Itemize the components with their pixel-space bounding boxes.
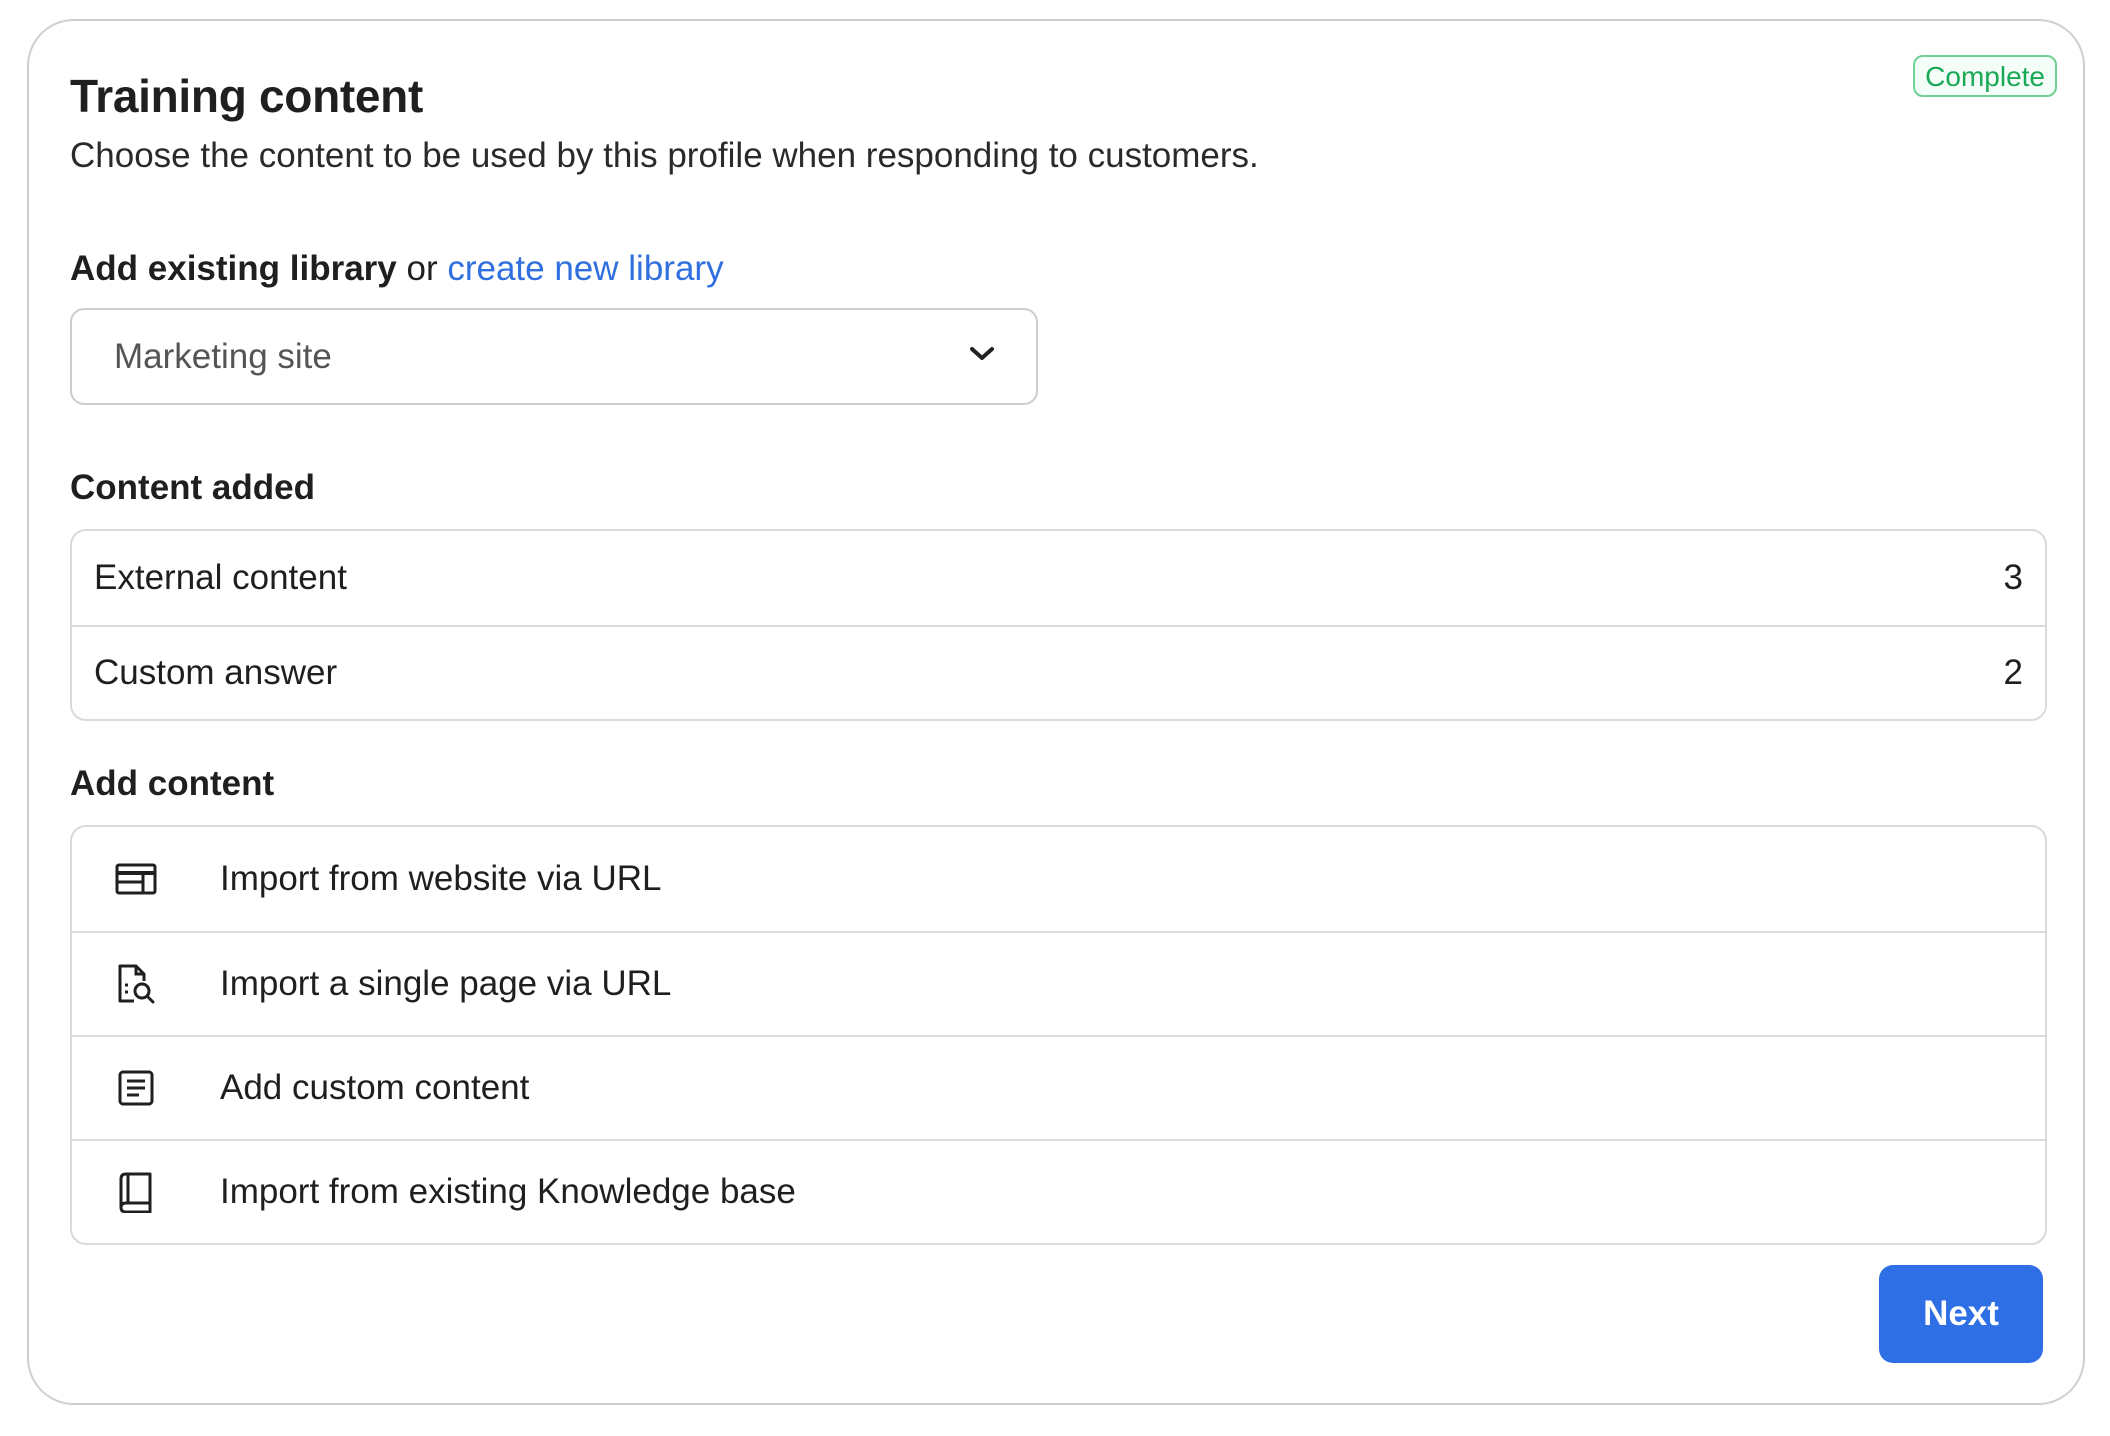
create-library-link[interactable]: create new library	[447, 249, 723, 288]
browser-window-icon	[114, 857, 158, 901]
document-lines-icon	[114, 1066, 158, 1110]
chevron-down-icon	[968, 345, 996, 368]
import-website-button[interactable]: Import from website via URL	[72, 827, 2045, 931]
library-or-text: or	[406, 249, 438, 288]
action-label: Import from website via URL	[220, 859, 662, 898]
next-button[interactable]: Next	[1879, 1265, 2043, 1363]
action-label: Import a single page via URL	[220, 964, 672, 1003]
add-content-title: Add content	[70, 764, 275, 803]
library-label-text: Add existing library	[70, 249, 397, 288]
content-type-label: External content	[94, 558, 347, 597]
training-content-card: Complete Training content Choose the con…	[27, 19, 2085, 1405]
action-label: Add custom content	[220, 1068, 530, 1107]
add-content-list: Import from website via URL Import a sin…	[70, 825, 2047, 1245]
content-count: 2	[2003, 653, 2023, 692]
book-icon	[114, 1170, 158, 1214]
status-badge: Complete	[1913, 55, 2057, 97]
list-item: External content 3	[72, 531, 2045, 625]
library-label: Add existing library or create new libra…	[70, 249, 724, 289]
content-count: 3	[2003, 558, 2023, 597]
page-subtitle: Choose the content to be used by this pr…	[70, 136, 1259, 175]
library-select[interactable]: Marketing site	[70, 308, 1038, 405]
import-knowledge-base-button[interactable]: Import from existing Knowledge base	[72, 1139, 2045, 1243]
content-added-list: External content 3 Custom answer 2	[70, 529, 2047, 721]
content-added-title: Content added	[70, 468, 315, 507]
list-item: Custom answer 2	[72, 625, 2045, 719]
document-search-icon	[114, 962, 158, 1006]
action-label: Import from existing Knowledge base	[220, 1172, 796, 1211]
add-custom-content-button[interactable]: Add custom content	[72, 1035, 2045, 1139]
library-select-value: Marketing site	[114, 336, 332, 376]
import-single-page-button[interactable]: Import a single page via URL	[72, 931, 2045, 1035]
content-type-label: Custom answer	[94, 653, 338, 692]
page-title: Training content	[70, 70, 423, 122]
